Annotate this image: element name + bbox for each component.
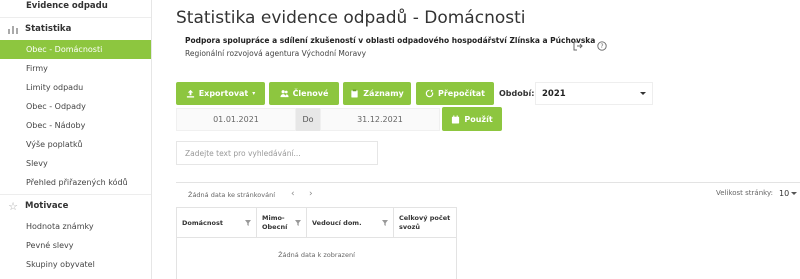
users-icon xyxy=(280,90,289,98)
page-size-label: Velikost stránky: xyxy=(716,189,773,197)
sidebar-section-evidence[interactable]: Evidence odpadu xyxy=(0,0,151,14)
filter-icon[interactable] xyxy=(245,220,251,226)
upload-icon xyxy=(186,89,194,98)
table-header: Domácnost Mimo- Obecní Vedoucí dom. Celk… xyxy=(177,208,456,238)
period-value: 2021 xyxy=(542,88,566,99)
grid-pager: Žádná data ke stránkování ‹ › Velikost s… xyxy=(176,182,800,202)
period-select[interactable]: 2021 xyxy=(535,82,653,105)
sidebar-section-label: Evidence odpadu xyxy=(26,0,108,11)
recalculate-button[interactable]: Přepočítat xyxy=(416,82,494,105)
logout-icon[interactable] xyxy=(573,41,583,51)
apply-label: Použít xyxy=(464,114,493,124)
sidebar-item-skupiny-obyvatel[interactable]: Skupiny obyvatel xyxy=(0,255,151,274)
column-header-mimo-obecni[interactable]: Mimo- Obecní xyxy=(257,208,307,238)
apply-button[interactable]: Použít xyxy=(442,107,502,131)
caret-down-icon xyxy=(640,92,646,95)
date-range-separator: Do xyxy=(296,108,320,131)
date-from-input[interactable]: 01.01.2021 xyxy=(176,108,296,131)
page-title: Statistika evidence odpadů - Domácnosti xyxy=(176,8,526,28)
page-size-select[interactable]: 10 xyxy=(779,189,789,198)
caret-down-icon[interactable] xyxy=(791,192,797,195)
members-label: Členové xyxy=(292,89,329,98)
sidebar-item-pevne-slevy[interactable]: Pevné slevy xyxy=(0,236,151,255)
column-label: Domácnost xyxy=(182,219,223,227)
sidebar-section-label: Statistika xyxy=(25,24,72,34)
bar-chart-icon xyxy=(6,23,20,35)
column-header-domacnost[interactable]: Domácnost xyxy=(177,208,257,238)
help-icon[interactable]: ? xyxy=(597,41,607,51)
sidebar: Evidence odpadu Statistika Obec - Domácn… xyxy=(0,0,152,279)
column-label: Obecní xyxy=(262,223,288,231)
sidebar-item-slevy[interactable]: Slevy xyxy=(0,154,151,173)
search-input[interactable]: Zadejte text pro vyhledávání... xyxy=(176,141,378,165)
sidebar-item-obec-odpady[interactable]: Obec - Odpady xyxy=(0,97,151,116)
records-label: Záznamy xyxy=(363,89,404,98)
column-label: Mimo- xyxy=(262,214,285,222)
column-header-celkovy-pocet-svozu[interactable]: Celkový počet svozů xyxy=(394,208,457,238)
sidebar-item-hodnota-znamky[interactable]: Hodnota známky xyxy=(0,217,151,236)
sidebar-section-label: Motivace xyxy=(25,201,69,211)
no-data-message: Žádná data k zobrazení xyxy=(278,251,355,259)
organization-name: Regionální rozvojová agentura Východní M… xyxy=(185,49,367,58)
sidebar-item-limity-odpadu[interactable]: Limity odpadu xyxy=(0,78,151,97)
sidebar-item-firmy[interactable]: Firmy xyxy=(0,59,151,78)
sidebar-item-vyse-poplatku[interactable]: Výše poplatků xyxy=(0,135,151,154)
export-label: Exportovat xyxy=(198,89,249,98)
members-button[interactable]: Členové xyxy=(269,82,339,105)
date-to-input[interactable]: 31.12.2021 xyxy=(320,108,440,131)
export-button[interactable]: Exportovat ▾ xyxy=(176,82,265,105)
sidebar-section-statistika[interactable]: Statistika xyxy=(0,18,151,40)
recalculate-label: Přepočítat xyxy=(438,89,485,98)
records-button[interactable]: Záznamy xyxy=(343,82,411,105)
no-paging-text: Žádná data ke stránkování xyxy=(188,191,276,199)
filter-icon[interactable] xyxy=(382,220,388,226)
sidebar-item-prehled-kodu[interactable]: Přehled přiřazených kódů xyxy=(0,173,151,192)
svg-text:?: ? xyxy=(600,43,603,50)
refresh-icon xyxy=(425,89,434,98)
sidebar-item-obec-nadoby[interactable]: Obec - Nádoby xyxy=(0,116,151,135)
column-header-vedouci-dom[interactable]: Vedoucí dom. xyxy=(307,208,394,238)
calendar-icon xyxy=(452,114,460,124)
column-label: Celkový počet xyxy=(399,214,451,222)
chevron-left-icon[interactable]: ‹ xyxy=(291,189,295,199)
star-icon: ☆ xyxy=(8,199,18,213)
sidebar-section-motivace[interactable]: ☆ Motivace xyxy=(0,195,151,217)
column-label: svozů xyxy=(399,223,420,231)
filter-icon[interactable] xyxy=(295,220,301,226)
clipboard-icon xyxy=(351,89,358,98)
project-name: Podpora spolupráce a sdílení zkušeností … xyxy=(185,36,596,45)
main-content: Statistika evidence odpadů - Domácnosti … xyxy=(153,0,800,279)
column-label: Vedoucí dom. xyxy=(312,219,362,227)
data-table: Domácnost Mimo- Obecní Vedoucí dom. Celk… xyxy=(176,207,457,279)
chevron-right-icon[interactable]: › xyxy=(309,189,313,199)
sidebar-item-obec-domacnosti[interactable]: Obec - Domácnosti xyxy=(0,40,151,59)
period-label: Období: xyxy=(499,89,535,98)
chevron-down-icon: ▾ xyxy=(252,90,256,97)
